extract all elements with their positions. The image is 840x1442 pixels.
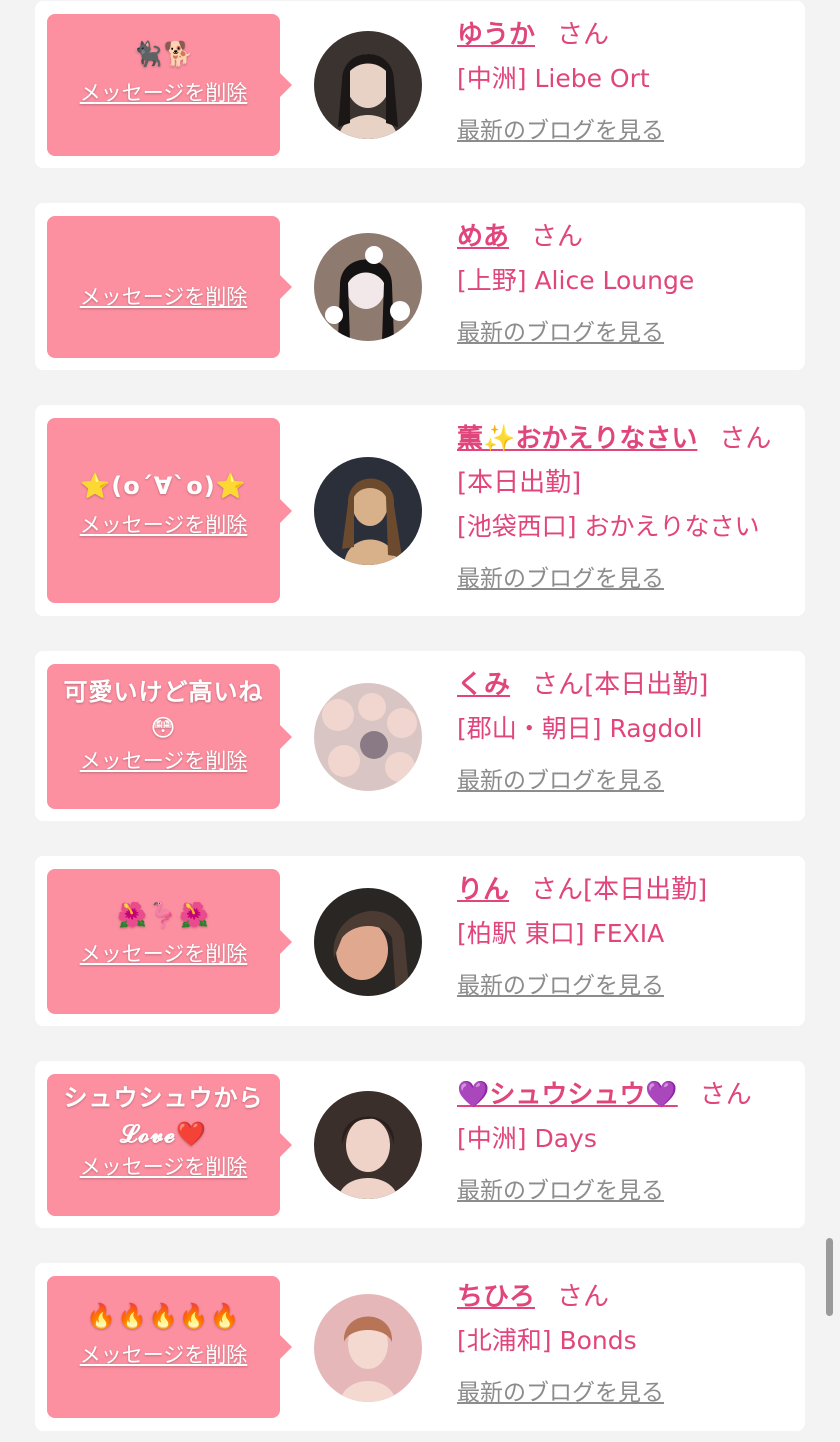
- shop-label: [郡山・朝日] Ragdoll: [457, 714, 703, 743]
- cast-info: めあ さん [上野] Alice Lounge 最新のブログを見る: [457, 215, 789, 353]
- latest-blog-link[interactable]: 最新のブログを見る: [457, 111, 664, 151]
- honorific: さん: [557, 20, 610, 50]
- cast-info: くみ さん[本日出勤] [郡山・朝日] Ragdoll 最新のブログを見る: [457, 663, 789, 801]
- cast-info: りん さん[本日出勤] [柏駅 東口] FEXIA 最新のブログを見る: [457, 868, 789, 1006]
- latest-blog-link[interactable]: 最新のブログを見る: [457, 761, 664, 801]
- shop-label: [上野] Alice Lounge: [457, 266, 695, 295]
- cast-info: ちひろ さん [北浦和] Bonds 最新のブログを見る: [457, 1275, 789, 1413]
- cast-name-link[interactable]: くみ: [457, 670, 510, 700]
- cast-name-link[interactable]: 💜シュウシュウ💜: [457, 1080, 678, 1110]
- attendance-status: [本日出勤]: [457, 468, 582, 498]
- message-bubble: ⭐️(o´∀`o)⭐️ メッセージを削除: [47, 418, 292, 603]
- avatar-photo: [314, 233, 422, 341]
- message-bubble: 🐈‍⬛🐕 メッセージを削除: [47, 14, 292, 156]
- cast-card: メッセージを削除 めあ さん [上野] Alice Lounge 最新のブログを見…: [35, 203, 805, 370]
- delete-message-link[interactable]: メッセージを削除: [57, 282, 270, 312]
- shop-label: [池袋西口] おかえりなさい: [457, 512, 760, 541]
- honorific: さん: [531, 875, 584, 905]
- avatar-photo: [314, 683, 422, 791]
- cast-name-link[interactable]: ゆうか: [457, 20, 535, 50]
- attendance-status: [本日出勤]: [583, 875, 708, 905]
- delete-message-link[interactable]: メッセージを削除: [57, 1152, 270, 1182]
- cast-card: 🐈‍⬛🐕 メッセージを削除 ゆうか さん [中洲] Liebe Ort 最新のブロ…: [35, 1, 805, 168]
- avatar[interactable]: [314, 31, 422, 139]
- cast-info: 💜シュウシュウ💜 さん [中洲] Days 最新のブログを見る: [457, 1073, 789, 1211]
- shop-label: [中洲] Liebe Ort: [457, 64, 650, 93]
- avatar[interactable]: [314, 1091, 422, 1199]
- cast-card: ⭐️(o´∀`o)⭐️ メッセージを削除 薫✨おかえりなさい さん [本日出勤] […: [35, 405, 805, 616]
- avatar[interactable]: [314, 1294, 422, 1402]
- avatar-photo: [314, 1091, 422, 1199]
- latest-blog-link[interactable]: 最新のブログを見る: [457, 313, 664, 353]
- cast-info: ゆうか さん [中洲] Liebe Ort 最新のブログを見る: [457, 13, 789, 151]
- message-text: 🌺🦩🌺: [117, 901, 210, 929]
- message-bubble: 可愛いけど高いね😳 メッセージを削除: [47, 664, 292, 809]
- latest-blog-link[interactable]: 最新のブログを見る: [457, 559, 664, 599]
- cast-card: シュウシュウから𝓛𝓸𝓿𝓮❤️ メッセージを削除 💜シュウシュウ💜 さん [中洲] …: [35, 1061, 805, 1228]
- avatar-photo: [314, 457, 422, 565]
- shop-label: [中洲] Days: [457, 1124, 597, 1153]
- message-bubble: 🔥🔥🔥🔥🔥 メッセージを削除: [47, 1276, 292, 1418]
- cast-card: 🌺🦩🌺 メッセージを削除 りん さん[本日出勤] [柏駅 東口] FEXIA 最新…: [35, 856, 805, 1026]
- delete-message-link[interactable]: メッセージを削除: [57, 746, 270, 776]
- delete-message-link[interactable]: メッセージを削除: [57, 78, 270, 108]
- message-text: シュウシュウから𝓛𝓸𝓿𝓮❤️: [63, 1084, 264, 1148]
- cast-name-link[interactable]: ちひろ: [457, 1282, 535, 1312]
- shop-label: [柏駅 東口] FEXIA: [457, 919, 665, 948]
- honorific: さん: [719, 424, 772, 454]
- cast-name-link[interactable]: 薫✨おかえりなさい: [457, 424, 697, 454]
- avatar-photo: [314, 1294, 422, 1402]
- honorific: さん: [557, 1282, 610, 1312]
- delete-message-link[interactable]: メッセージを削除: [57, 1340, 270, 1370]
- latest-blog-link[interactable]: 最新のブログを見る: [457, 966, 664, 1006]
- honorific: さん: [699, 1080, 752, 1110]
- avatar[interactable]: [314, 457, 422, 565]
- message-bubble: メッセージを削除: [47, 216, 292, 358]
- cast-name-link[interactable]: めあ: [457, 222, 509, 252]
- message-bubble: シュウシュウから𝓛𝓸𝓿𝓮❤️ メッセージを削除: [47, 1074, 292, 1216]
- avatar[interactable]: [314, 888, 422, 996]
- message-text: 🔥🔥🔥🔥🔥: [86, 1302, 241, 1330]
- cast-card: 可愛いけど高いね😳 メッセージを削除 くみ さん[本日出勤] [郡山・朝日] Ra…: [35, 651, 805, 821]
- message-text: [57, 226, 270, 276]
- scrollbar[interactable]: [826, 1238, 833, 1316]
- honorific: さん: [532, 670, 585, 700]
- cast-name-link[interactable]: りん: [457, 875, 509, 905]
- delete-message-link[interactable]: メッセージを削除: [57, 510, 270, 540]
- message-text: ⭐️(o´∀`o)⭐️: [80, 472, 247, 500]
- cast-card: 🔥🔥🔥🔥🔥 メッセージを削除 ちひろ さん [北浦和] Bonds 最新のブログを…: [35, 1263, 805, 1431]
- message-text: 可愛いけど高いね😳: [63, 678, 264, 742]
- attendance-status: [本日出勤]: [584, 670, 709, 700]
- avatar-photo: [314, 31, 422, 139]
- delete-message-link[interactable]: メッセージを削除: [57, 939, 270, 969]
- honorific: さん: [531, 222, 584, 252]
- shop-label: [北浦和] Bonds: [457, 1326, 637, 1355]
- avatar[interactable]: [314, 233, 422, 341]
- avatar-photo: [314, 888, 422, 996]
- avatar[interactable]: [314, 683, 422, 791]
- latest-blog-link[interactable]: 最新のブログを見る: [457, 1171, 664, 1211]
- cast-info: 薫✨おかえりなさい さん [本日出勤] [池袋西口] おかえりなさい 最新のブログを…: [457, 417, 789, 599]
- message-bubble: 🌺🦩🌺 メッセージを削除: [47, 869, 292, 1014]
- message-text: 🐈‍⬛🐕: [132, 40, 195, 68]
- latest-blog-link[interactable]: 最新のブログを見る: [457, 1373, 664, 1413]
